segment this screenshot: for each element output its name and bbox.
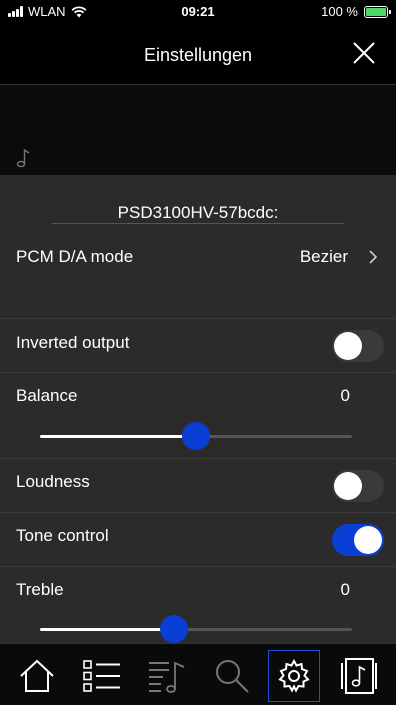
pcm-mode-row[interactable]: PCM D/A mode Bezier bbox=[0, 235, 396, 319]
treble-row: Treble 0 bbox=[0, 567, 396, 643]
balance-value: 0 bbox=[340, 386, 350, 405]
status-right: 100 % bbox=[321, 4, 391, 19]
tone-control-toggle[interactable] bbox=[332, 524, 384, 556]
tab-settings[interactable] bbox=[268, 650, 320, 702]
treble-slider[interactable] bbox=[40, 615, 352, 643]
inverted-output-toggle[interactable] bbox=[332, 330, 384, 362]
toggle-knob bbox=[334, 472, 362, 500]
list-icon bbox=[83, 660, 120, 692]
balance-slider-fill bbox=[40, 435, 196, 438]
tab-playlist[interactable] bbox=[141, 650, 193, 702]
tab-home[interactable] bbox=[11, 650, 63, 702]
page-title: Einstellungen bbox=[143, 45, 253, 65]
inverted-output-label: Inverted output bbox=[16, 333, 130, 352]
device-name-underline bbox=[52, 223, 344, 224]
tab-list[interactable] bbox=[76, 650, 128, 702]
navigation-bar: Einstellungen bbox=[0, 22, 396, 84]
toggle-knob bbox=[334, 332, 362, 360]
balance-slider-thumb[interactable] bbox=[182, 422, 210, 450]
inverted-output-row: Inverted output bbox=[0, 319, 396, 373]
settings-panel[interactable]: PSD3100HV-57bcdc: PCM D/A mode Bezier In… bbox=[0, 175, 396, 643]
status-bar: WLAN 09:21 100 % bbox=[0, 0, 396, 22]
chevron-right-icon bbox=[369, 250, 378, 264]
toggle-knob bbox=[354, 526, 382, 554]
pcm-mode-label: PCM D/A mode bbox=[16, 247, 134, 266]
device-header: PSD3100HV-57bcdc: bbox=[0, 175, 396, 235]
settings-gear-icon bbox=[278, 659, 310, 693]
loudness-row: Loudness bbox=[0, 459, 396, 513]
loudness-label: Loudness bbox=[16, 472, 90, 491]
pcm-mode-value: Bezier bbox=[299, 247, 348, 266]
treble-slider-fill bbox=[40, 628, 175, 631]
playlist-icon bbox=[149, 661, 185, 693]
search-icon bbox=[216, 660, 249, 693]
tone-control-row: Tone control bbox=[0, 513, 396, 567]
battery-percent: 100 % bbox=[321, 4, 358, 19]
now-playing-strip[interactable] bbox=[0, 85, 396, 175]
tab-library[interactable] bbox=[333, 650, 385, 702]
device-name: PSD3100HV-57bcdc: bbox=[117, 203, 279, 222]
balance-row: Balance 0 bbox=[0, 373, 396, 459]
treble-label: Treble bbox=[16, 580, 64, 599]
home-icon bbox=[20, 659, 54, 692]
music-library-icon bbox=[341, 658, 377, 694]
tone-control-label: Tone control bbox=[16, 526, 109, 545]
treble-value: 0 bbox=[340, 580, 350, 599]
tab-search[interactable] bbox=[206, 650, 258, 702]
balance-label: Balance bbox=[16, 386, 78, 405]
balance-slider[interactable] bbox=[40, 422, 352, 450]
loudness-toggle[interactable] bbox=[332, 470, 384, 502]
battery-charging-icon bbox=[364, 5, 391, 18]
tab-bar bbox=[0, 643, 396, 705]
music-note-icon bbox=[16, 148, 30, 168]
treble-slider-thumb[interactable] bbox=[160, 615, 189, 643]
close-icon[interactable] bbox=[352, 41, 376, 65]
